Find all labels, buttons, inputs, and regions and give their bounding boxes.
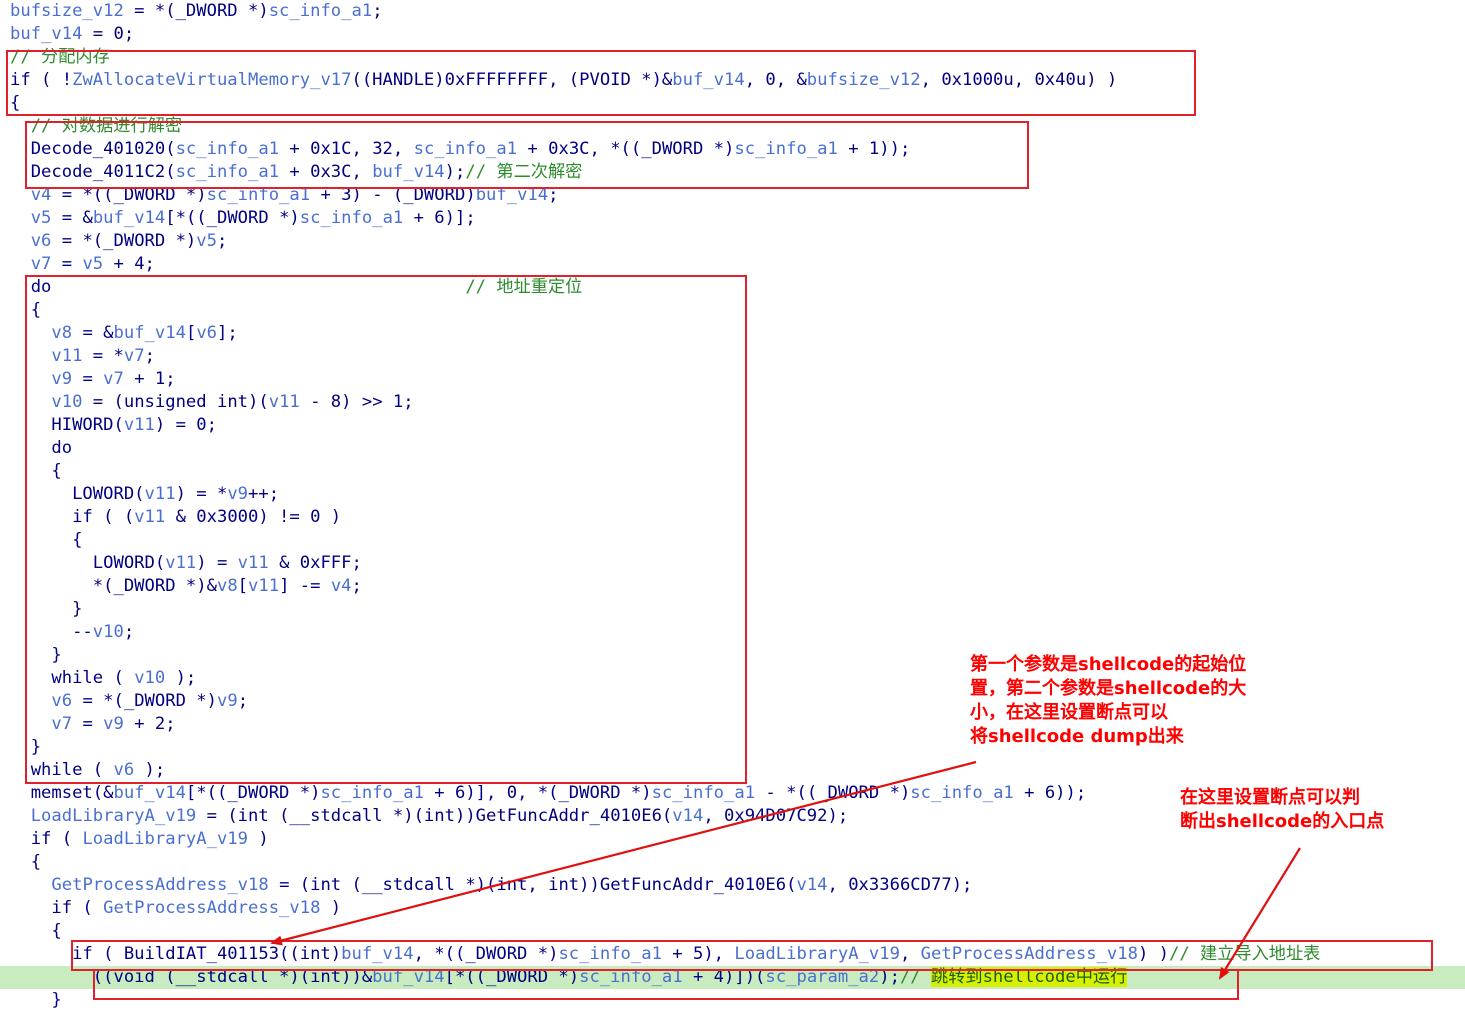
arrow-to-entry-point [1218,847,1301,980]
arrow-to-build-iat [270,760,977,946]
annotation-arrows [270,760,1301,980]
